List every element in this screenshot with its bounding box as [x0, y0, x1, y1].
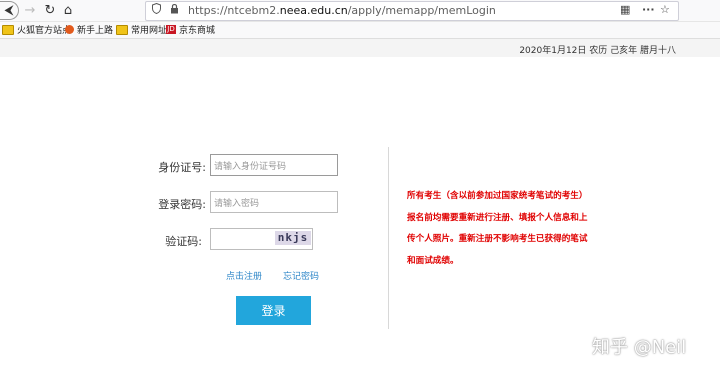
registration-notice: 所有考生（含以前参加过国家统考笔试的考生）报名前均需要重新进行注册、填报个人信息… — [407, 191, 588, 266]
shield-icon[interactable] — [152, 2, 161, 17]
bookmark-item[interactable]: 火狐官方站点 — [2, 23, 71, 36]
more-menu-icon[interactable]: ··· — [642, 3, 655, 16]
id-number-input[interactable]: 请输入身份证号码 — [210, 154, 338, 176]
lock-icon[interactable] — [170, 3, 179, 17]
register-link[interactable]: 点击注册 — [226, 269, 262, 282]
forgot-password-link[interactable]: 忘记密码 — [283, 269, 319, 282]
date-header: 2020年1月12日 农历 己亥年 腊月十八 — [0, 39, 720, 57]
folder-icon — [116, 24, 128, 35]
address-bar[interactable]: https://ntcebm2.neea.edu.cn/apply/memapp… — [145, 1, 679, 21]
firefox-icon — [65, 25, 74, 34]
qr-code-icon[interactable]: ▦ — [620, 3, 630, 16]
captcha-label: 验证码: — [165, 235, 202, 248]
browser-toolbar: ⮜ → ↻ ⌂ https://ntcebm2.neea.edu.cn/appl… — [0, 0, 720, 22]
captcha-image[interactable]: nkjs — [275, 231, 311, 245]
home-icon[interactable]: ⌂ — [58, 1, 78, 20]
jd-icon: JD — [166, 25, 176, 34]
url-text[interactable]: https://ntcebm2.neea.edu.cn/apply/memapp… — [188, 4, 496, 17]
bookmark-label: 火狐官方站点 — [17, 26, 72, 36]
id-number-label: 身份证号: — [158, 161, 206, 174]
bookmark-label: 京东商城 — [179, 26, 216, 36]
bookmark-star-icon[interactable]: ☆ — [660, 3, 670, 16]
password-label: 登录密码: — [158, 198, 206, 211]
password-input[interactable]: 请输入密码 — [210, 191, 338, 213]
watermark: 知乎 @Neil — [592, 337, 687, 358]
password-placeholder: 请输入密码 — [214, 199, 260, 209]
forward-arrow-icon[interactable]: → — [20, 1, 40, 20]
bookmark-item[interactable]: JD 京东商城 — [166, 23, 215, 36]
id-number-placeholder: 请输入身份证号码 — [214, 162, 287, 172]
login-button[interactable]: 登录 — [236, 296, 311, 325]
bookmark-item[interactable]: 新手上路 — [65, 23, 113, 36]
vertical-divider — [388, 147, 389, 329]
reload-icon[interactable]: ↻ — [40, 1, 60, 20]
bookmarks-bar: 火狐官方站点 新手上路 常用网址 JD 京东商城 — [0, 22, 720, 39]
folder-icon — [2, 24, 14, 35]
bookmark-label: 常用网址 — [131, 26, 168, 36]
current-date: 2020年1月12日 农历 己亥年 腊月十八 — [519, 46, 676, 56]
bookmark-item[interactable]: 常用网址 — [116, 23, 167, 36]
bookmark-label: 新手上路 — [77, 26, 114, 36]
back-arrow-icon[interactable]: ⮜ — [0, 1, 19, 20]
